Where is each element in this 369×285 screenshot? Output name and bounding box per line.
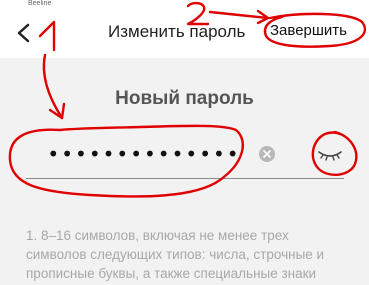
main-content: Новый пароль 1. 8–16 символов, включая н… (0, 58, 369, 285)
input-underline (26, 178, 344, 179)
new-password-heading: Новый пароль (115, 88, 254, 109)
password-requirements-hint: 1. 8–16 символов, включая не менее трех … (26, 228, 325, 281)
back-chevron-icon (17, 23, 30, 43)
password-input[interactable] (26, 136, 262, 172)
carrier-label: Beeline (28, 0, 52, 7)
password-visibility-toggle[interactable] (316, 144, 344, 164)
clear-button[interactable] (259, 146, 275, 162)
clear-icon (263, 150, 271, 158)
eye-closed-icon (318, 151, 342, 161)
status-bar: Beeline (0, 0, 369, 10)
back-button[interactable] (10, 16, 38, 50)
finish-button[interactable]: Завершить (270, 22, 347, 39)
header: Изменить пароль Завершить (0, 10, 369, 58)
page-title: Изменить пароль (108, 22, 246, 41)
